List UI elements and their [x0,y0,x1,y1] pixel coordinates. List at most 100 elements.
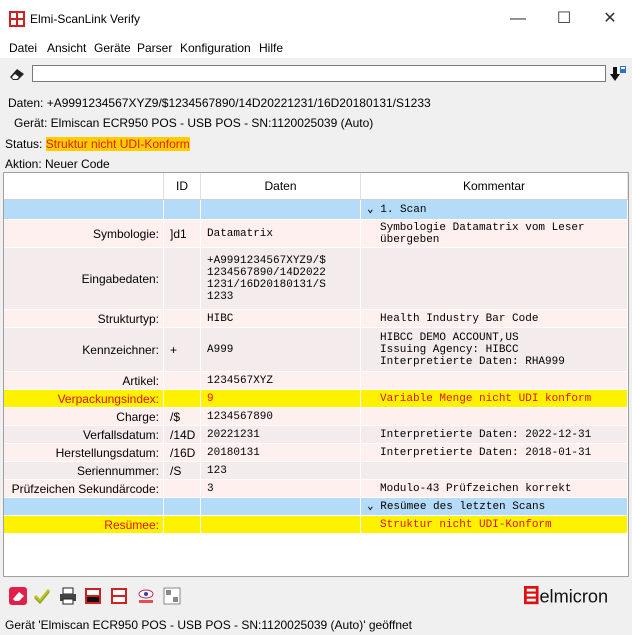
section-row[interactable]: ⌄ 1. Scan [4,200,628,220]
cell-comment [361,372,628,390]
cell-comment: ⌄ Resümee des letzten Scans [361,498,628,516]
cell-label: Seriennummer: [4,462,164,480]
status-bar: Gerät 'Elmiscan ECR950 POS - USB POS - S… [0,615,632,635]
cell-comment: Symbologie Datamatrix vom Leser übergebe… [361,220,628,248]
cell-id: /14D [164,426,201,444]
elmicron-logo: elmicron [524,586,608,606]
table-row[interactable]: Kennzeichner: + A999 HIBCC DEMO ACCOUNT,US … [4,328,628,372]
pdf-export-icon[interactable] [110,587,128,605]
cell-comment [361,248,628,310]
header-daten[interactable]: Daten [201,173,361,200]
cell-id [164,480,201,498]
cell-data: 20221231 [201,426,361,444]
header-kommentar[interactable]: Kommentar [361,173,628,200]
chevron-down-icon[interactable]: ⌄ [367,204,380,216]
results-table[interactable]: ID Daten Kommentar ⌄ 1. Scan Symbologie:]… [3,172,629,577]
menu-datei[interactable]: Datei [9,41,37,55]
cell-comment: Interpretierte Daten: 2022-12-31 [361,426,628,444]
cell-comment: Interpretierte Daten: 2018-01-31 [361,444,628,462]
section-title: 1. Scan [380,203,427,216]
cell-id [164,200,201,220]
table-row[interactable]: Verpackungsindex: 9 Variable Menge nicht U… [4,390,628,408]
cell-label: Strukturtyp: [4,310,164,328]
cell-data: A999 [201,328,361,372]
cell-label: Symbologie: [4,220,164,248]
cell-comment [361,462,628,480]
checkmark-icon[interactable] [33,587,51,605]
cell-id [164,498,201,516]
cell-id: /16D [164,444,201,462]
input-toolbar [0,58,632,90]
aktion-line: Aktion: Neuer Code [5,157,110,171]
cell-id [164,516,201,534]
cell-comment: Variable Menge nicht UDI konform [361,390,628,408]
logo-text: elmicron [539,586,608,606]
chevron-down-icon[interactable]: ⌄ [367,501,380,513]
header-label[interactable] [4,173,164,200]
cell-data: HIBC [201,310,361,328]
cell-id [164,310,201,328]
cell-data: 9 [201,390,361,408]
cell-label: Artikel: [4,372,164,390]
cell-label: Verfallsdatum: [4,426,164,444]
table-row[interactable]: Resümee: Struktur nicht UDI-Konform [4,516,628,534]
window-title: Elmi-ScanLink Verify [30,12,141,26]
cell-label: Herstellungsdatum: [4,444,164,462]
eraser-icon[interactable] [9,587,27,605]
cell-id: + [164,328,201,372]
pdf-icon[interactable] [84,587,102,605]
cell-data: +A9991234567XYZ9/$ 1234567890/14D2022 12… [201,248,361,310]
close-button[interactable]: ✕ [587,0,632,38]
menu-parser[interactable]: Parser [137,41,172,55]
table-row[interactable]: Eingabedaten: +A9991234567XYZ9/$ 12345678… [4,248,628,310]
cell-comment: HIBCC DEMO ACCOUNT,US Issuing Agency: HI… [361,328,628,372]
udi-icon[interactable] [163,587,181,605]
status-badge: Struktur nicht UDI-Konform [45,137,190,151]
minimize-button[interactable]: — [495,0,541,38]
title-bar: Elmi-ScanLink Verify — ☐ ✕ [0,0,632,38]
table-row[interactable]: Verfallsdatum:/14D 20221231 Interpretierte… [4,426,628,444]
cell-comment: Modulo-43 Prüfzeichen korrekt [361,480,628,498]
header-id[interactable]: ID [164,173,201,200]
cell-label: Kennzeichner: [4,328,164,372]
download-arrow-icon[interactable] [608,64,628,84]
maximize-button[interactable]: ☐ [541,0,587,38]
cell-data [201,200,361,220]
cell-label: Eingabedaten: [4,248,164,310]
menu-konfiguration[interactable]: Konfiguration [180,41,251,55]
menu-ansicht[interactable]: Ansicht [47,41,86,55]
table-row[interactable]: Artikel: 1234567XYZ [4,372,628,390]
cell-id [164,248,201,310]
cell-id: ]d1 [164,220,201,248]
menu-hilfe[interactable]: Hilfe [259,41,283,55]
table-row[interactable]: Strukturtyp: HIBC Health Industry Bar Code [4,310,628,328]
cell-comment: Health Industry Bar Code [361,310,628,328]
scan-info-panel: Daten: +A9991234567XYZ9/$1234567890/14D2… [0,90,632,172]
cell-id: /S [164,462,201,480]
cell-data [201,516,361,534]
app-icon [9,11,25,27]
cell-data: 123 [201,462,361,480]
table-row[interactable]: Seriennummer:/S 123 [4,462,628,480]
cell-label: Verpackungsindex: [4,390,164,408]
table-row[interactable]: Charge:/$ 1234567890 [4,408,628,426]
printer-icon[interactable] [59,587,77,605]
cell-id [164,372,201,390]
table-row[interactable]: Prüfzeichen Sekundärcode: 3 Modulo-43 Prüf… [4,480,628,498]
eraser-icon[interactable] [8,66,26,82]
daten-line: Daten: +A9991234567XYZ9/$1234567890/14D2… [8,96,431,110]
cell-data: 20180131 [201,444,361,462]
table-row[interactable]: Symbologie:]d1 Datamatrix Symbologie Datam… [4,220,628,248]
table-row[interactable]: Herstellungsdatum:/16D 20180131 Interpreti… [4,444,628,462]
cell-data: Datamatrix [201,220,361,248]
menu-geraete[interactable]: Geräte [94,41,131,55]
cell-comment: ⌄ 1. Scan [361,200,628,220]
cell-comment: Struktur nicht UDI-Konform [361,516,628,534]
eye-icon[interactable] [137,587,155,605]
cell-id [164,390,201,408]
cell-label: Resümee: [4,516,164,534]
section-row[interactable]: ⌄ Resümee des letzten Scans [4,498,628,516]
code-input[interactable] [32,65,606,82]
menu-bar: Datei Ansicht Geräte Parser Konfiguratio… [0,38,632,58]
status-bar-text: Gerät 'Elmiscan ECR950 POS - USB POS - S… [5,618,413,632]
